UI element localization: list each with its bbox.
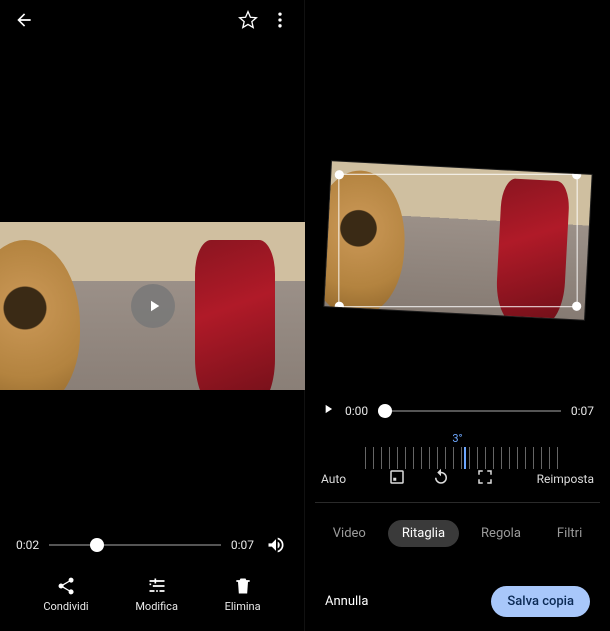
- progress-thumb[interactable]: [378, 404, 392, 418]
- time-current: 0:02: [16, 538, 39, 552]
- time-current: 0:00: [345, 404, 368, 418]
- tab-crop[interactable]: Ritaglia: [388, 520, 459, 547]
- crop-handle-tr[interactable]: [572, 170, 581, 179]
- expand-icon[interactable]: [476, 468, 494, 489]
- aspect-ratio-icon[interactable]: [388, 468, 406, 489]
- edit-button[interactable]: Modifica: [135, 576, 178, 613]
- rotated-frame: [324, 161, 591, 319]
- rotation-ruler[interactable]: [358, 447, 558, 469]
- top-bar: [0, 0, 304, 40]
- cancel-button[interactable]: Annulla: [325, 594, 368, 609]
- bottom-bar: Annulla Salva copia: [305, 586, 610, 617]
- crop-handle-tl[interactable]: [334, 170, 343, 179]
- rotation-value: 3°: [305, 432, 610, 445]
- auto-button[interactable]: Auto: [321, 472, 346, 486]
- tab-filters[interactable]: Filtri: [543, 520, 596, 547]
- play-button[interactable]: [131, 284, 175, 328]
- divider: [315, 502, 600, 503]
- save-copy-button[interactable]: Salva copia: [491, 586, 590, 617]
- progress-thumb[interactable]: [90, 538, 104, 552]
- tab-video[interactable]: Video: [319, 520, 380, 547]
- editor-scrubber: 0:00 0:07: [305, 402, 610, 419]
- delete-label: Elimina: [225, 600, 261, 613]
- crop-stage: [305, 150, 610, 330]
- time-duration: 0:07: [231, 538, 254, 552]
- tab-adjust[interactable]: Regola: [467, 520, 535, 547]
- share-label: Condividi: [43, 600, 88, 613]
- progress-track[interactable]: [49, 544, 221, 546]
- video-preview[interactable]: [0, 222, 305, 390]
- video-content: [0, 240, 80, 390]
- more-icon[interactable]: [268, 8, 292, 32]
- rotate-icon[interactable]: [432, 468, 450, 489]
- crop-handle-br[interactable]: [572, 301, 581, 310]
- edit-label: Modifica: [135, 600, 178, 613]
- editor-pane: 0:00 0:07 3° Auto Reimposta Video Ritagl…: [305, 0, 610, 631]
- video-content: [195, 240, 275, 390]
- volume-icon[interactable]: [264, 533, 288, 557]
- back-icon[interactable]: [12, 8, 36, 32]
- time-duration: 0:07: [571, 404, 594, 418]
- progress-track[interactable]: [378, 410, 561, 412]
- reset-button[interactable]: Reimposta: [537, 472, 594, 486]
- mode-tabs: Video Ritaglia Regola Filtri: [305, 520, 610, 547]
- crop-rect[interactable]: [338, 173, 577, 306]
- star-icon[interactable]: [236, 8, 260, 32]
- scrubber: 0:02 0:07: [0, 533, 304, 557]
- crop-handle-bl[interactable]: [334, 301, 343, 310]
- crop-tool-row: Auto Reimposta: [305, 468, 610, 489]
- play-icon[interactable]: [321, 402, 335, 419]
- viewer-pane: 0:02 0:07 Condividi Modifica Elimina: [0, 0, 305, 631]
- rotation-control: 3°: [305, 432, 610, 469]
- delete-button[interactable]: Elimina: [225, 576, 261, 613]
- share-button[interactable]: Condividi: [43, 576, 88, 613]
- action-bar: Condividi Modifica Elimina: [0, 567, 304, 631]
